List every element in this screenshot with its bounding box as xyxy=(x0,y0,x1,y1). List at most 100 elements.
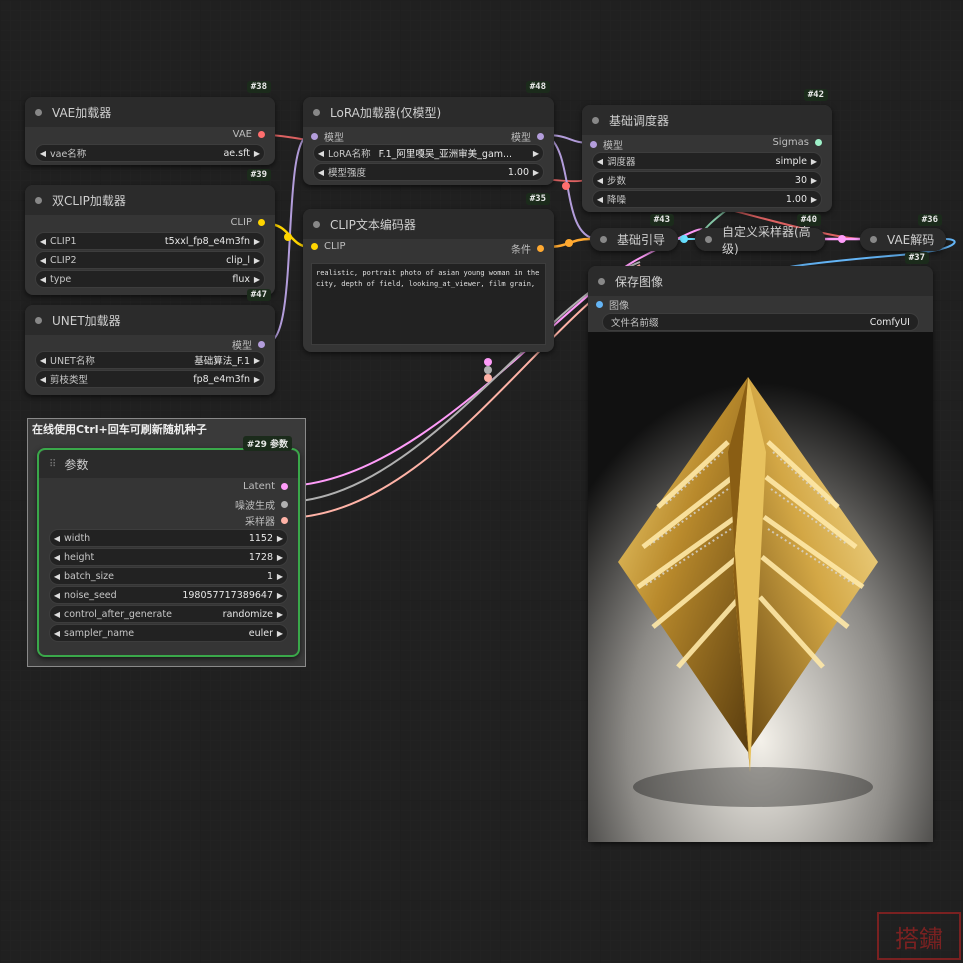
arrow-right-icon[interactable]: ▶ xyxy=(250,237,264,246)
combo-scheduler[interactable]: ◀ 调度器 simple ▶ xyxy=(592,152,822,170)
number-height[interactable]: ◀ height 1728 ▶ xyxy=(49,548,288,566)
arrow-right-icon[interactable]: ▶ xyxy=(250,375,264,384)
combo-clip1[interactable]: ◀ CLIP1 t5xxl_fp8_e4m3fn ▶ xyxy=(35,232,265,250)
arrow-left-icon[interactable]: ◀ xyxy=(36,375,50,384)
node-title: UNET加载器 xyxy=(52,313,121,328)
arrow-left-icon[interactable]: ◀ xyxy=(50,629,64,638)
output-slot[interactable] xyxy=(815,139,822,146)
arrow-left-icon[interactable]: ◀ xyxy=(50,534,64,543)
node-id-badge: #37 xyxy=(904,252,929,264)
arrow-left-icon[interactable]: ◀ xyxy=(314,168,328,177)
widget-label: CLIP1 xyxy=(50,235,77,247)
output-slot[interactable] xyxy=(258,131,265,138)
node-clip-text-encode[interactable]: #35 CLIP文本编码器 CLIP 条件 realistic, portrai… xyxy=(303,193,554,352)
collapse-dot[interactable] xyxy=(313,220,320,228)
arrow-left-icon[interactable]: ◀ xyxy=(314,149,328,158)
arrow-right-icon[interactable]: ▶ xyxy=(273,534,287,543)
input-slot[interactable] xyxy=(596,301,603,308)
combo-control-after-generate[interactable]: ◀ control_after_generate randomize ▶ xyxy=(49,605,288,623)
text-filename-prefix[interactable]: 文件名前缀 ComfyUI xyxy=(602,313,919,331)
combo-weight-dtype[interactable]: ◀ 剪枝类型 fp8_e4m3fn ▶ xyxy=(35,370,265,388)
output-slot[interactable] xyxy=(258,219,265,226)
arrow-left-icon[interactable]: ◀ xyxy=(50,553,64,562)
arrow-right-icon[interactable]: ▶ xyxy=(250,149,264,158)
number-width[interactable]: ◀ width 1152 ▶ xyxy=(49,529,288,547)
node-basic-guider[interactable]: #43 基础引导 xyxy=(590,214,678,251)
arrow-right-icon[interactable]: ▶ xyxy=(807,195,821,204)
output-slot[interactable] xyxy=(281,517,288,524)
arrow-right-icon[interactable]: ▶ xyxy=(807,157,821,166)
input-slot[interactable] xyxy=(311,133,318,140)
widget-value: 1.00 xyxy=(785,193,807,205)
input-slot[interactable] xyxy=(590,141,597,148)
output-slot[interactable] xyxy=(537,245,544,252)
collapse-dot[interactable] xyxy=(870,236,877,243)
arrow-left-icon[interactable]: ◀ xyxy=(50,572,64,581)
combo-lora-name[interactable]: ◀ LoRA名称 F.1_阿里嘎吴_亚洲审美_gam... ▶ xyxy=(313,144,544,162)
arrow-right-icon[interactable]: ▶ xyxy=(529,168,543,177)
node-title: 基础引导 xyxy=(617,233,666,247)
combo-vae-name[interactable]: ◀ vae名称 ae.sft ▶ xyxy=(35,144,265,162)
node-id-badge: #36 xyxy=(917,214,942,226)
collapse-dot[interactable] xyxy=(705,236,712,243)
widget-label: 剪枝类型 xyxy=(50,375,89,386)
prompt-textarea[interactable]: realistic, portrait photo of asian young… xyxy=(311,263,546,345)
node-id-badge: #42 xyxy=(803,89,828,101)
arrow-left-icon[interactable]: ◀ xyxy=(593,195,607,204)
output-label: 采样器 xyxy=(245,517,275,528)
arrow-left-icon[interactable]: ◀ xyxy=(50,591,64,600)
arrow-left-icon[interactable]: ◀ xyxy=(36,256,50,265)
arrow-left-icon[interactable]: ◀ xyxy=(50,610,64,619)
arrow-right-icon[interactable]: ▶ xyxy=(807,176,821,185)
arrow-right-icon[interactable]: ▶ xyxy=(273,553,287,562)
node-vae-loader[interactable]: #38 VAE加载器 VAE ◀ vae名称 ae.sft ▶ xyxy=(25,81,275,165)
arrow-right-icon[interactable]: ▶ xyxy=(250,356,264,365)
arrow-right-icon[interactable]: ▶ xyxy=(273,610,287,619)
collapse-dot[interactable] xyxy=(598,277,605,285)
collapse-dot[interactable] xyxy=(592,116,599,124)
combo-sampler-name[interactable]: ◀ sampler_name euler ▶ xyxy=(49,624,288,642)
combo-unet-name[interactable]: ◀ UNET名称 基础算法_F.1 ▶ xyxy=(35,351,265,369)
number-denoise[interactable]: ◀ 降噪 1.00 ▶ xyxy=(592,190,822,208)
arrow-right-icon[interactable]: ▶ xyxy=(529,149,543,158)
number-batch-size[interactable]: ◀ batch_size 1 ▶ xyxy=(49,567,288,585)
number-strength-model[interactable]: ◀ 模型强度 1.00 ▶ xyxy=(313,163,544,181)
arrow-left-icon[interactable]: ◀ xyxy=(593,176,607,185)
node-dual-clip-loader[interactable]: #39 双CLIP加载器 CLIP ◀ CLIP1 t5xxl_fp8_e4m3fn… xyxy=(25,169,275,295)
output-slot[interactable] xyxy=(258,341,265,348)
node-params[interactable]: #29 参数 ⠿ 参数 Latent 噪波生成 采样器 ◀ width 1152 ▶ ◀… xyxy=(37,436,300,657)
output-slot[interactable] xyxy=(537,133,544,140)
number-steps[interactable]: ◀ 步数 30 ▶ xyxy=(592,171,822,189)
node-unet-loader[interactable]: #47 UNET加载器 模型 ◀ UNET名称 基础算法_F.1 ▶ ◀ 剪枝类型 fp8… xyxy=(25,289,275,395)
arrow-left-icon[interactable]: ◀ xyxy=(36,149,50,158)
collapse-dot[interactable] xyxy=(35,196,42,204)
arrow-right-icon[interactable]: ▶ xyxy=(273,572,287,581)
grip-icon[interactable]: ⠿ xyxy=(49,459,56,470)
arrow-left-icon[interactable]: ◀ xyxy=(36,356,50,365)
node-save-image[interactable]: #37 保存图像 图像 文件名前缀 ComfyUI xyxy=(588,252,933,842)
node-basic-scheduler[interactable]: #42 基础调度器 模型 Sigmas ◀ 调度器 simple ▶ ◀ 步数 30 ▶ ◀… xyxy=(582,89,832,212)
output-slot[interactable] xyxy=(281,483,288,490)
combo-type[interactable]: ◀ type flux ▶ xyxy=(35,270,265,288)
node-vae-decode[interactable]: #36 VAE解码 xyxy=(860,214,946,251)
arrow-left-icon[interactable]: ◀ xyxy=(36,275,50,284)
node-title: 基础调度器 xyxy=(609,113,670,128)
arrow-right-icon[interactable]: ▶ xyxy=(250,256,264,265)
generated-image-preview[interactable] xyxy=(588,332,933,842)
collapse-dot[interactable] xyxy=(35,108,42,116)
arrow-left-icon[interactable]: ◀ xyxy=(593,157,607,166)
arrow-right-icon[interactable]: ▶ xyxy=(273,591,287,600)
combo-clip2[interactable]: ◀ CLIP2 clip_l ▶ xyxy=(35,251,265,269)
arrow-right-icon[interactable]: ▶ xyxy=(273,629,287,638)
number-noise-seed[interactable]: ◀ noise_seed 198057717389647 ▶ xyxy=(49,586,288,604)
input-slot[interactable] xyxy=(311,243,318,250)
collapse-dot[interactable] xyxy=(600,236,607,243)
collapse-dot[interactable] xyxy=(35,316,42,324)
widget-label: 模型强度 xyxy=(328,168,367,179)
node-lora-loader[interactable]: #48 LoRA加载器(仅模型) 模型 模型 ◀ LoRA名称 F.1_阿里嘎吴_亚… xyxy=(303,81,554,185)
arrow-right-icon[interactable]: ▶ xyxy=(250,275,264,284)
collapse-dot[interactable] xyxy=(313,108,320,116)
output-slot[interactable] xyxy=(281,501,288,508)
node-sampler-custom-advanced[interactable]: #40 自定义采样器(高级) xyxy=(695,214,825,256)
arrow-left-icon[interactable]: ◀ xyxy=(36,237,50,246)
